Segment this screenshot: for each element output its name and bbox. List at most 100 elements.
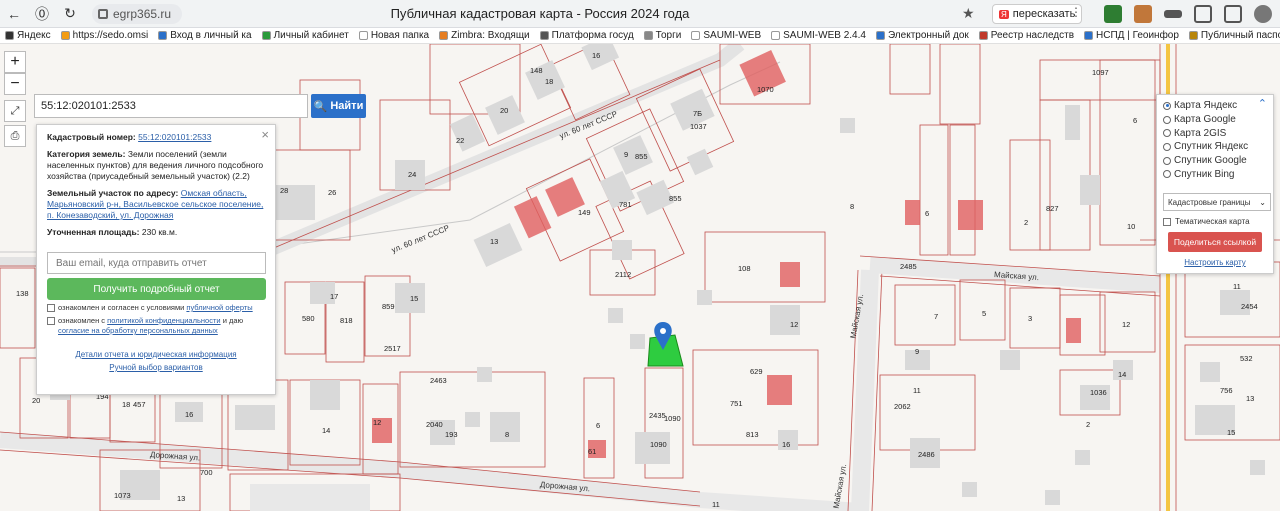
parcel-label: 9 — [624, 150, 629, 159]
back-icon[interactable]: ← — [0, 0, 28, 28]
area-value: 230 кв.м. — [141, 227, 178, 237]
layer-option[interactable]: Карта Google — [1163, 113, 1267, 127]
bookmark-icon — [978, 31, 988, 40]
parcel-label: 148 — [530, 66, 543, 75]
report-details-link[interactable]: Детали отчета и юридическая информация — [47, 350, 265, 359]
thematic-map-checkbox[interactable]: Тематическая карта — [1163, 217, 1267, 226]
bookmark-label: Электронный док — [887, 30, 969, 41]
layer-option[interactable]: Карта 2GIS — [1163, 126, 1267, 140]
bookmark-item[interactable]: https://sedo.omsi — [56, 30, 154, 41]
parcel-label: 8 — [505, 430, 510, 439]
personal-data-link[interactable]: согласие на обработку персональных данны… — [58, 326, 218, 335]
address-label: Земельный участок по адресу: — [47, 188, 179, 198]
close-icon[interactable]: × — [261, 127, 269, 142]
print-icon[interactable]: ⎙ — [4, 125, 26, 147]
parcel-label: 1036 — [1090, 388, 1107, 397]
extension-icon[interactable] — [1164, 10, 1182, 18]
bookmark-item[interactable]: Вход в личный ка — [153, 30, 256, 41]
bookmark-item[interactable]: Личный кабинет — [257, 30, 354, 41]
bookmark-icon — [5, 31, 14, 40]
profile-icon[interactable] — [1254, 5, 1272, 23]
parcel-label: 2463 — [430, 376, 447, 385]
radio-button[interactable] — [1163, 156, 1171, 165]
download-icon[interactable] — [1224, 5, 1242, 23]
parcel-label: 15 — [410, 294, 419, 303]
parcel-label: 2517 — [384, 344, 401, 353]
bookmark-label: Платформа госуд — [551, 30, 634, 41]
offer-consent-checkbox[interactable]: ознакомлен и согласен с условиями публич… — [47, 303, 265, 313]
parcel-label: 629 — [750, 367, 763, 376]
reload-icon[interactable]: ↻ — [56, 0, 84, 28]
site-info-icon[interactable] — [98, 9, 108, 19]
checkbox[interactable] — [1163, 217, 1171, 226]
extension-icon[interactable] — [1134, 5, 1152, 23]
parcel-label: 13 — [177, 494, 186, 503]
address-bar[interactable]: egrp365.ru — [92, 4, 182, 24]
bookmark-item[interactable]: Торги — [639, 30, 687, 41]
parcel-label: 2 — [1086, 420, 1091, 429]
radio-button[interactable] — [1163, 142, 1171, 151]
bookmark-item[interactable]: SAUMI-WEB — [686, 30, 766, 41]
parcel-label: 13 — [1246, 394, 1255, 403]
cad-number-link[interactable]: 55:12:020101:2533 — [138, 132, 211, 142]
bookmark-item[interactable]: Платформа госуд — [535, 30, 639, 41]
checkbox[interactable] — [47, 317, 55, 325]
bookmark-icon — [539, 31, 549, 40]
bookmark-item[interactable]: Электронный док — [871, 30, 974, 41]
bookmark-item[interactable]: Zimbra: Входящи — [434, 30, 535, 41]
layer-option[interactable]: Спутник Google — [1163, 154, 1267, 168]
checkbox[interactable] — [47, 304, 55, 312]
parcel-label: 700 — [200, 468, 213, 477]
translate-button[interactable]: Я пересказать — [992, 4, 1083, 24]
boundaries-select[interactable]: Кадастровые границы ⌄ — [1163, 193, 1271, 212]
get-report-button[interactable]: Получить подробный отчет — [47, 278, 266, 300]
consent-text: и даю — [222, 316, 244, 325]
yandex-icon[interactable]: ⓪ — [28, 0, 56, 28]
layer-option[interactable]: Спутник Bing — [1163, 167, 1267, 181]
manual-selection-link[interactable]: Ручной выбор вариантов — [47, 363, 265, 372]
parcel-label: 8 — [850, 202, 855, 211]
radio-button[interactable] — [1163, 129, 1171, 138]
bookmark-star-icon[interactable]: ★ — [962, 5, 975, 22]
radio-button[interactable] — [1163, 115, 1171, 124]
fullscreen-icon[interactable]: ⤢ — [4, 100, 26, 122]
bookmark-item[interactable]: Новая папка — [354, 30, 434, 41]
bookmark-icon — [261, 31, 271, 40]
parcel-label: 138 — [16, 289, 29, 298]
search-button[interactable]: 🔍 Найти — [311, 94, 366, 118]
extensions-puzzle-icon[interactable] — [1194, 5, 1212, 23]
parcel-label: 61 — [588, 447, 597, 456]
offer-link[interactable]: публичной оферты — [186, 303, 252, 312]
zoom-in-button[interactable]: + — [4, 51, 26, 73]
cad-number-label: Кадастровый номер: — [47, 132, 136, 142]
bookmark-item[interactable]: Реестр наследств — [974, 30, 1079, 41]
share-link-button[interactable]: Поделиться ссылкой — [1168, 232, 1262, 253]
privacy-link[interactable]: политикой конфиденциальности — [107, 316, 220, 325]
bookmark-label: Яндекс — [17, 30, 51, 41]
cadastral-map[interactable]: ул. 60 лет СССР ул. 60 лет СССР Майская … — [0, 44, 1280, 511]
email-field[interactable] — [47, 252, 266, 274]
parcel-label: 5 — [982, 309, 987, 318]
parcel-label: 16 — [185, 410, 194, 419]
parcel-label: 2 — [1024, 218, 1029, 227]
more-menu-icon[interactable]: ⋮ — [1070, 5, 1082, 23]
bookmark-item[interactable]: SAUMI-WEB 2.4.4 — [766, 30, 871, 41]
bookmark-item[interactable]: НСПД | Геоинфор — [1079, 30, 1184, 41]
parcel-label: 457 — [133, 400, 146, 409]
cadastral-search-input[interactable] — [34, 94, 308, 118]
layer-option[interactable]: Карта Яндекс — [1163, 99, 1267, 113]
excel-extension-icon[interactable] — [1104, 5, 1122, 23]
parcel-label: 15 — [1227, 428, 1236, 437]
bookmark-item[interactable]: Публичный паспо — [1184, 30, 1280, 41]
bookmarks-bar: Яндекс https://sedo.omsi Вход в личный ка Л… — [0, 28, 1280, 44]
chevron-up-icon[interactable]: ⌃ — [1258, 97, 1267, 110]
layer-option[interactable]: Спутник Яндекс — [1163, 140, 1267, 154]
radio-button[interactable] — [1163, 170, 1171, 179]
setup-map-link[interactable]: Настроить карту — [1163, 258, 1267, 267]
zoom-out-button[interactable]: − — [4, 73, 26, 95]
radio-button[interactable] — [1163, 101, 1171, 110]
bookmark-icon — [358, 31, 368, 40]
bookmark-item[interactable]: Яндекс — [0, 30, 56, 41]
parcel-label: 6 — [1133, 116, 1138, 125]
privacy-consent-checkbox[interactable]: ознакомлен с политикой конфиденциальност… — [47, 316, 265, 336]
